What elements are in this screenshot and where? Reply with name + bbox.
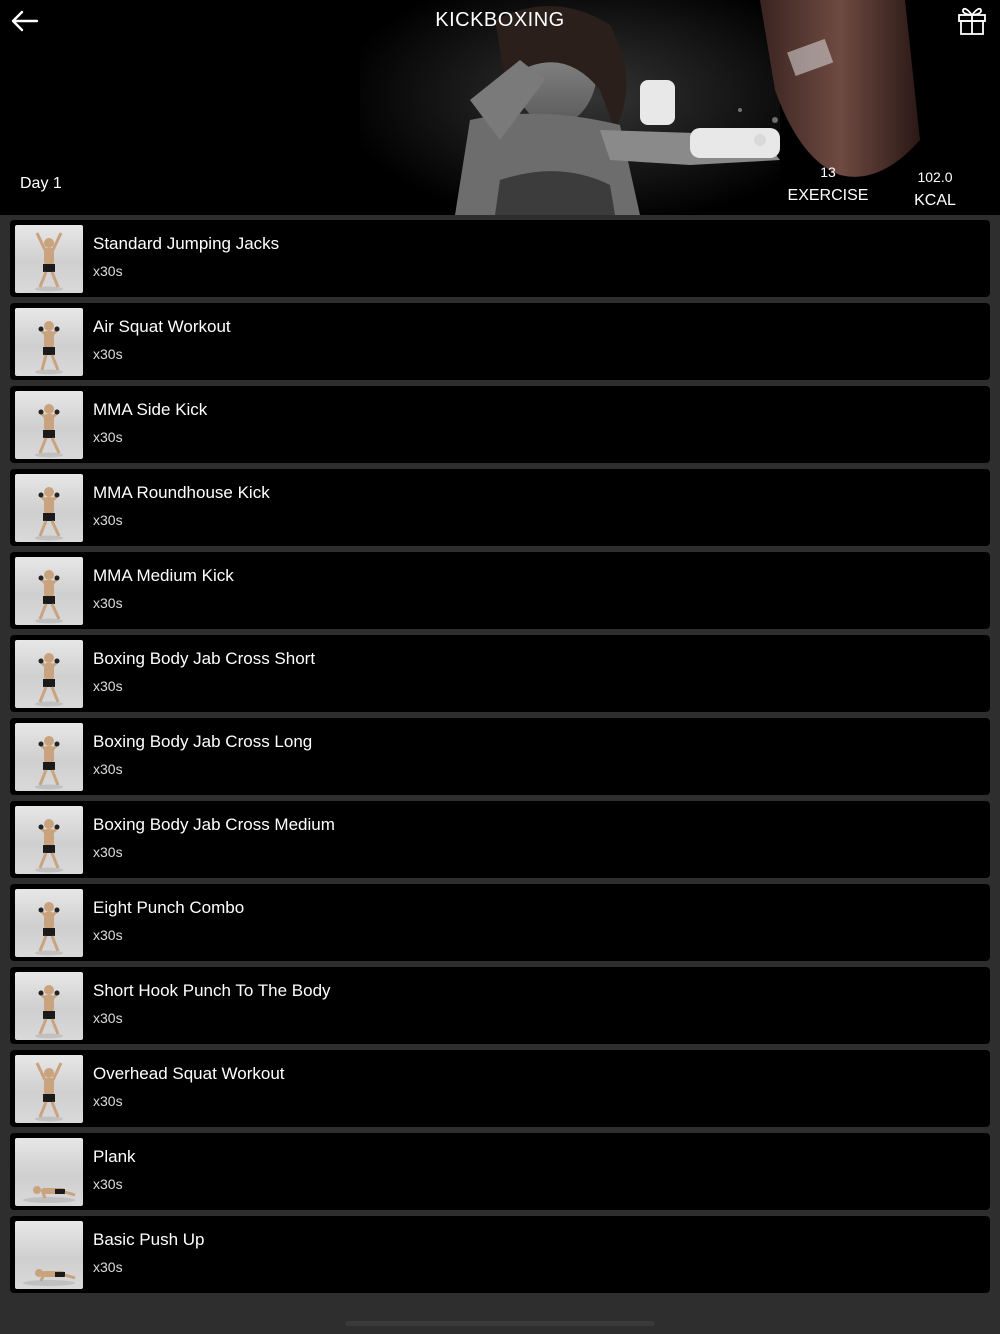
athlete-figure-icon: [23, 1269, 76, 1286]
athlete-figure-icon: [35, 819, 63, 873]
exercise-thumbnail: [15, 1138, 83, 1206]
exercise-duration: x30s: [93, 512, 123, 528]
exercise-thumbnail: [15, 806, 83, 874]
athlete-figure-icon: [35, 985, 63, 1039]
day-label: Day 1: [20, 175, 62, 192]
exercise-duration: x30s: [93, 1259, 123, 1275]
exercise-name: Boxing Body Jab Cross Medium: [93, 815, 335, 834]
exercise-row[interactable]: Boxing Body Jab Cross Medium x30s: [10, 801, 990, 878]
athlete-figure-icon: [35, 321, 63, 375]
exercise-row[interactable]: Air Squat Workout x30s: [10, 303, 990, 380]
athlete-figure-icon: [35, 232, 63, 292]
exercise-thumbnail: [15, 889, 83, 957]
exercise-name: Overhead Squat Workout: [93, 1064, 285, 1083]
exercise-name: MMA Roundhouse Kick: [93, 483, 270, 502]
exercise-row[interactable]: MMA Roundhouse Kick x30s: [10, 469, 990, 546]
exercise-name: Boxing Body Jab Cross Long: [93, 732, 313, 751]
exercise-duration: x30s: [93, 1176, 123, 1192]
athlete-figure-icon: [35, 653, 63, 707]
exercise-name: Basic Push Up: [93, 1230, 205, 1249]
exercise-duration: x30s: [93, 678, 123, 694]
page-title: KICKBOXING: [435, 9, 565, 31]
exercise-row[interactable]: Basic Push Up x30s: [10, 1216, 990, 1293]
exercise-name: Air Squat Workout: [93, 317, 231, 336]
athlete-figure-icon: [23, 1186, 76, 1203]
exercise-duration: x30s: [93, 346, 123, 362]
exercise-thumbnail: [15, 640, 83, 708]
exercise-name: Standard Jumping Jacks: [93, 234, 280, 253]
exercise-thumbnail: [15, 557, 83, 625]
exercise-thumbnail: [15, 972, 83, 1040]
exercise-thumbnail: [15, 474, 83, 542]
exercise-row[interactable]: Overhead Squat Workout x30s: [10, 1050, 990, 1127]
exercise-duration: x30s: [93, 263, 123, 279]
exercise-thumbnail: [15, 1221, 83, 1289]
exercise-thumbnail: [15, 225, 83, 293]
exercise-name: Short Hook Punch To The Body: [93, 981, 331, 1000]
exercise-row[interactable]: Standard Jumping Jacks x30s: [10, 220, 990, 297]
exercise-duration: x30s: [93, 1010, 123, 1026]
exercise-row[interactable]: MMA Medium Kick x30s: [10, 552, 990, 629]
exercise-duration: x30s: [93, 844, 123, 860]
exercise-row[interactable]: Plank x30s: [10, 1133, 990, 1210]
exercise-name: Eight Punch Combo: [93, 898, 245, 917]
exercise-duration: x30s: [93, 927, 123, 943]
workout-header: KICKBOXING Day 1 13 EXERCISE 102.0 KCAL: [0, 0, 1000, 215]
exercise-duration: x30s: [93, 1093, 123, 1109]
kcal-value: 102.0: [917, 169, 953, 185]
kcal-label: KCAL: [914, 192, 956, 209]
exercise-thumbnail: [15, 723, 83, 791]
athlete-figure-icon: [35, 736, 63, 790]
exercise-duration: x30s: [93, 429, 123, 445]
exercise-name: MMA Side Kick: [93, 400, 208, 419]
exercise-name: Plank: [93, 1147, 136, 1166]
exercise-duration: x30s: [93, 761, 123, 777]
exercise-stat: 13 EXERCISE: [780, 160, 876, 208]
gift-button[interactable]: [954, 2, 990, 38]
exercise-thumbnail: [15, 1055, 83, 1123]
exercise-thumbnail: [15, 391, 83, 459]
athlete-figure-icon: [35, 902, 63, 956]
exercise-row[interactable]: Short Hook Punch To The Body x30s: [10, 967, 990, 1044]
athlete-figure-icon: [35, 570, 63, 624]
exercise-row[interactable]: Eight Punch Combo x30s: [10, 884, 990, 961]
exercise-thumbnail: [15, 308, 83, 376]
exercise-row[interactable]: MMA Side Kick x30s: [10, 386, 990, 463]
kcal-stat: 102.0 KCAL: [895, 165, 975, 213]
gift-icon: [958, 7, 986, 35]
exercise-name: MMA Medium Kick: [93, 566, 234, 585]
exercise-row[interactable]: Boxing Body Jab Cross Short x30s: [10, 635, 990, 712]
athlete-figure-icon: [35, 487, 63, 541]
home-indicator: [345, 1321, 655, 1326]
exercise-name: Boxing Body Jab Cross Short: [93, 649, 316, 668]
exercise-count: 13: [820, 164, 836, 180]
exercise-duration: x30s: [93, 595, 123, 611]
athlete-figure-icon: [35, 404, 63, 458]
exercise-row[interactable]: Boxing Body Jab Cross Long x30s: [10, 718, 990, 795]
athlete-figure-icon: [35, 1062, 63, 1122]
exercise-label: EXERCISE: [787, 187, 869, 204]
